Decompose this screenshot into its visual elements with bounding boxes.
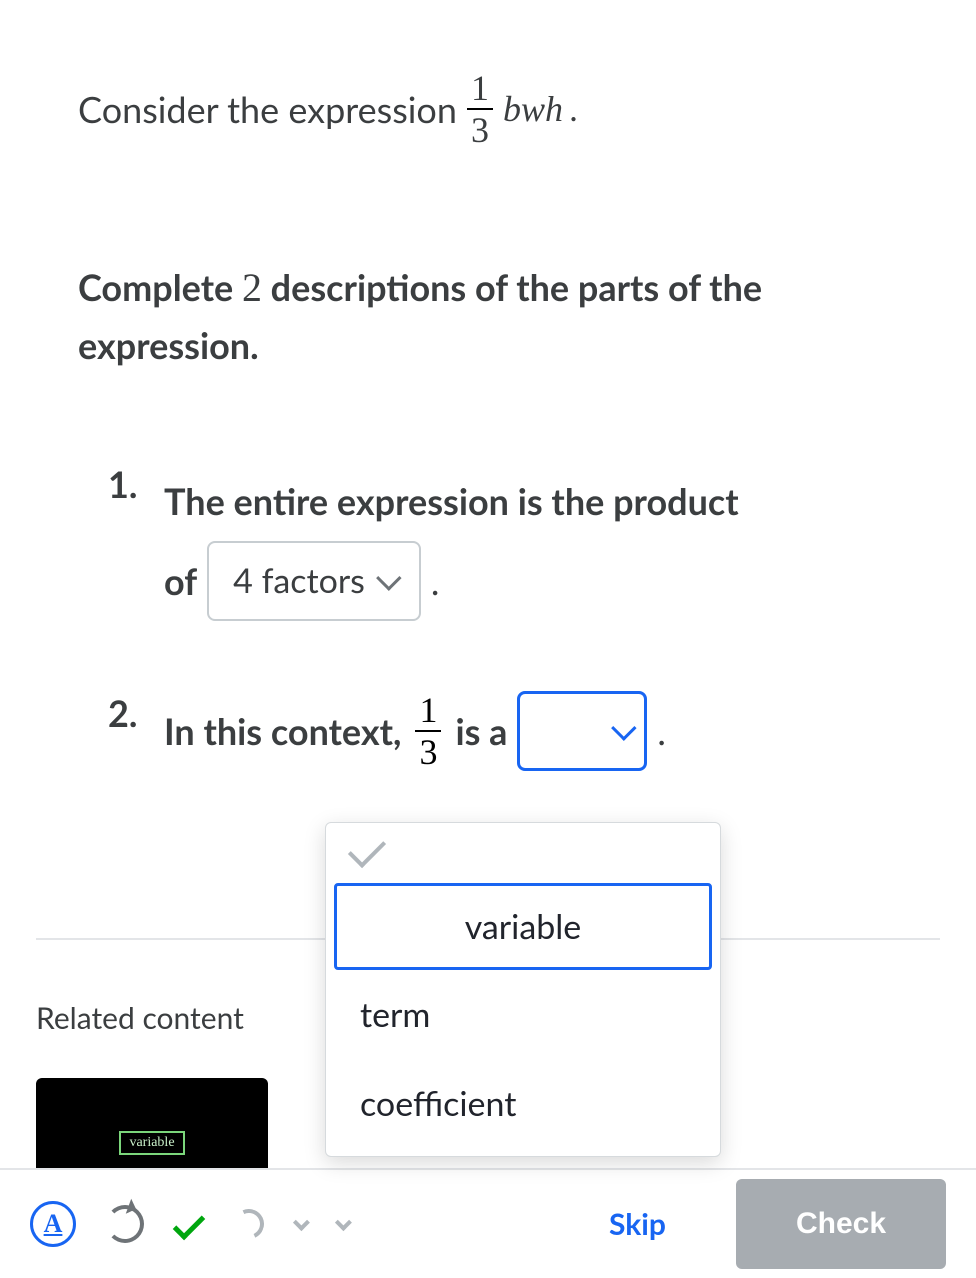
instruction: Complete 2 descriptions of the parts of … bbox=[78, 258, 898, 372]
font-icon[interactable]: A bbox=[30, 1201, 76, 1247]
chevron-down-icon bbox=[612, 716, 637, 741]
prompt-vars: bwh bbox=[503, 88, 563, 130]
chevron-down-icon bbox=[376, 566, 401, 591]
redo-icon[interactable] bbox=[106, 1205, 144, 1243]
retry-icon[interactable] bbox=[230, 1205, 268, 1243]
prompt-prefix: Consider the expression bbox=[78, 87, 457, 131]
related-heading: Related content bbox=[36, 1000, 268, 1036]
check-icon[interactable] bbox=[173, 1208, 206, 1241]
chevron-down-icon[interactable] bbox=[293, 1214, 310, 1231]
dropdown-option-blank[interactable] bbox=[326, 823, 720, 875]
question-1: 1. The entire expression is the product … bbox=[108, 462, 898, 621]
check-button[interactable]: Check bbox=[736, 1179, 946, 1269]
prompt: Consider the expression 1 3 bwh. bbox=[78, 70, 898, 148]
select-part-type[interactable] bbox=[517, 691, 647, 771]
chevron-down-icon[interactable] bbox=[335, 1214, 352, 1231]
dropdown-option-term[interactable]: term bbox=[326, 970, 720, 1059]
select-factors[interactable]: 4 factors bbox=[207, 541, 421, 621]
fraction-one-third-q2: 1 3 bbox=[411, 692, 445, 770]
bottom-toolbar: A Skip Check bbox=[0, 1168, 976, 1278]
question-2: 2. In this context, 1 3 is a . bbox=[108, 691, 898, 771]
check-icon bbox=[348, 830, 386, 868]
skip-button[interactable]: Skip bbox=[609, 1206, 666, 1242]
dropdown-menu[interactable]: variable term coefficient bbox=[325, 822, 721, 1157]
fraction-one-third: 1 3 bbox=[463, 70, 497, 148]
dropdown-option-variable[interactable]: variable bbox=[334, 883, 712, 970]
dropdown-option-coefficient[interactable]: coefficient bbox=[326, 1059, 720, 1148]
